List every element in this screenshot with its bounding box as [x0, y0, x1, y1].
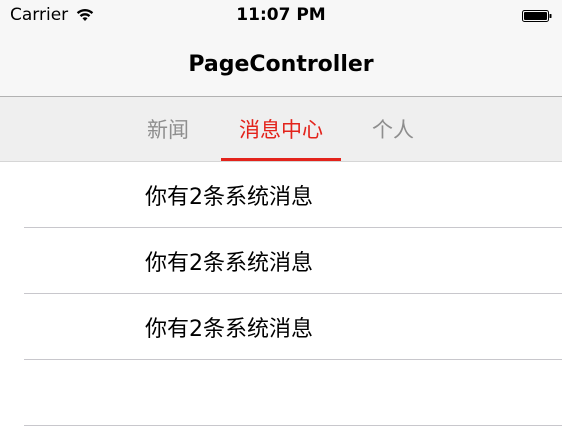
message-text: 你有2条系统消息 — [145, 184, 313, 210]
page-title: PageController — [188, 51, 374, 77]
battery-icon — [522, 10, 552, 22]
tab-personal[interactable]: 个人 — [333, 97, 453, 161]
message-list: 你有2条系统消息 你有2条系统消息 你有2条系统消息 — [0, 162, 562, 426]
status-time: 11:07 PM — [236, 5, 326, 25]
list-item[interactable]: 你有2条系统消息 — [24, 162, 562, 228]
list-item-empty — [24, 360, 562, 426]
tab-news[interactable]: 新闻 — [108, 97, 228, 161]
status-bar: Carrier 11:07 PM — [0, 0, 562, 32]
tab-selection-indicator — [221, 158, 341, 161]
list-item[interactable]: 你有2条系统消息 — [24, 294, 562, 360]
navigation-bar: PageController — [0, 32, 562, 97]
tab-bar: 新闻 消息中心 个人 — [0, 97, 562, 162]
list-item[interactable]: 你有2条系统消息 — [24, 228, 562, 294]
message-text: 你有2条系统消息 — [145, 250, 313, 276]
tab-message-center[interactable]: 消息中心 — [221, 97, 341, 161]
message-text: 你有2条系统消息 — [145, 316, 313, 342]
